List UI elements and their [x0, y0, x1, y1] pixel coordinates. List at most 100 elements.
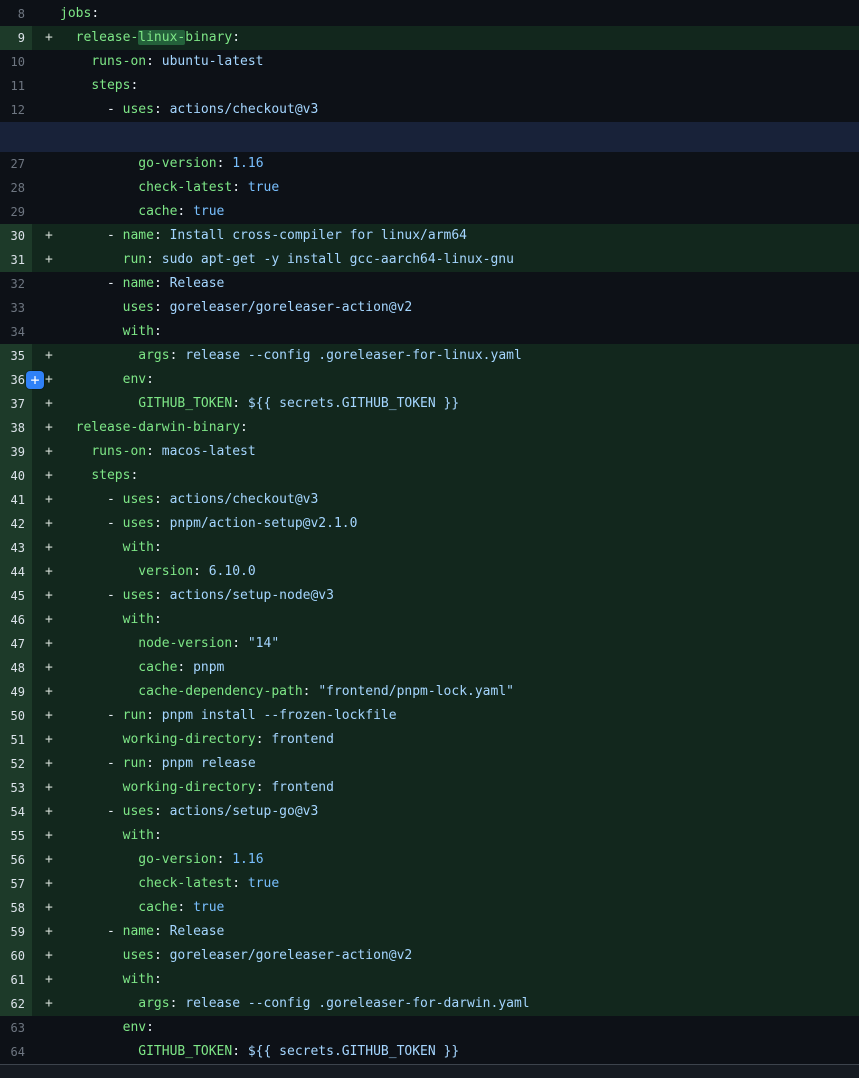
diff-row: 62+ args: release --config .goreleaser-f… — [0, 992, 859, 1016]
diff-row: 36+ env:+ — [0, 368, 859, 392]
code-line: env: — [60, 1016, 154, 1040]
diff-marker: + — [32, 944, 60, 968]
diff-row: 57+ check-latest: true — [0, 872, 859, 896]
diff-marker: + — [32, 800, 60, 824]
diff-marker: + — [32, 536, 60, 560]
diff-row: 55+ with: — [0, 824, 859, 848]
diff-marker — [32, 98, 60, 122]
line-number[interactable]: 38 — [0, 416, 32, 440]
line-number[interactable]: 55 — [0, 824, 32, 848]
line-number[interactable]: 46 — [0, 608, 32, 632]
line-number[interactable]: 44 — [0, 560, 32, 584]
diff-marker: + — [32, 608, 60, 632]
diff-row: 32 - name: Release — [0, 272, 859, 296]
diff-marker — [32, 200, 60, 224]
line-number[interactable]: 9 — [0, 26, 32, 50]
diff-row: 10 runs-on: ubuntu-latest — [0, 50, 859, 74]
code-line: - uses: actions/checkout@v3 — [60, 98, 318, 122]
code-line: GITHUB_TOKEN: ${{ secrets.GITHUB_TOKEN }… — [60, 392, 459, 416]
line-number[interactable]: 35 — [0, 344, 32, 368]
line-number[interactable]: 28 — [0, 176, 32, 200]
line-number[interactable]: 58 — [0, 896, 32, 920]
diff-row: 50+ - run: pnpm install --frozen-lockfil… — [0, 704, 859, 728]
line-number[interactable]: 60 — [0, 944, 32, 968]
line-number[interactable]: 34 — [0, 320, 32, 344]
code-line: check-latest: true — [60, 872, 279, 896]
diff-row: 12 - uses: actions/checkout@v3 — [0, 98, 859, 122]
code-line: release-darwin-binary: — [60, 416, 248, 440]
diff-marker: + — [32, 560, 60, 584]
add-comment-button[interactable]: + — [26, 371, 44, 389]
line-number[interactable]: 53 — [0, 776, 32, 800]
line-number[interactable]: 63 — [0, 1016, 32, 1040]
diff-marker: + — [32, 512, 60, 536]
line-number[interactable]: 31 — [0, 248, 32, 272]
code-line: GITHUB_TOKEN: ${{ secrets.GITHUB_TOKEN }… — [60, 1040, 459, 1064]
line-number[interactable]: 52 — [0, 752, 32, 776]
code-line: - name: Release — [60, 920, 224, 944]
diff-row: 40+ steps: — [0, 464, 859, 488]
line-number[interactable]: 32 — [0, 272, 32, 296]
code-line: with: — [60, 320, 162, 344]
diff-row: 29 cache: true — [0, 200, 859, 224]
line-number[interactable]: 48 — [0, 656, 32, 680]
line-number[interactable]: 61 — [0, 968, 32, 992]
code-line: uses: goreleaser/goreleaser-action@v2 — [60, 944, 412, 968]
diff-marker: + — [32, 920, 60, 944]
diff-marker: + — [32, 440, 60, 464]
code-line: - run: pnpm install --frozen-lockfile — [60, 704, 397, 728]
line-number[interactable]: 8 — [0, 2, 32, 26]
line-number[interactable]: 37 — [0, 392, 32, 416]
diff-row: 64 GITHUB_TOKEN: ${{ secrets.GITHUB_TOKE… — [0, 1040, 859, 1064]
hunk-expander[interactable] — [0, 122, 859, 152]
diff-row: 63 env: — [0, 1016, 859, 1040]
code-line: args: release --config .goreleaser-for-l… — [60, 344, 522, 368]
line-number[interactable]: 29 — [0, 200, 32, 224]
diff-row: 33 uses: goreleaser/goreleaser-action@v2 — [0, 296, 859, 320]
code-line: run: sudo apt-get -y install gcc-aarch64… — [60, 248, 514, 272]
line-number[interactable]: 39 — [0, 440, 32, 464]
diff-marker: + — [32, 26, 60, 50]
line-number[interactable]: 59 — [0, 920, 32, 944]
line-number[interactable]: 49 — [0, 680, 32, 704]
diff-marker — [32, 1040, 60, 1064]
line-number[interactable]: 11 — [0, 74, 32, 98]
line-number[interactable]: 30 — [0, 224, 32, 248]
diff-row: 47+ node-version: "14" — [0, 632, 859, 656]
diff-marker — [32, 176, 60, 200]
line-number[interactable]: 45 — [0, 584, 32, 608]
diff-row: 9+ release-linux-binary: — [0, 26, 859, 50]
line-number[interactable]: 50 — [0, 704, 32, 728]
line-number[interactable]: 42 — [0, 512, 32, 536]
code-line: - uses: actions/setup-go@v3 — [60, 800, 318, 824]
line-number[interactable]: 12 — [0, 98, 32, 122]
code-line: with: — [60, 536, 162, 560]
line-number[interactable]: 33 — [0, 296, 32, 320]
diff-row: 8jobs: — [0, 2, 859, 26]
code-line: working-directory: frontend — [60, 728, 334, 752]
diff-marker: + — [32, 752, 60, 776]
diff-marker: + — [32, 704, 60, 728]
line-number[interactable]: 41 — [0, 488, 32, 512]
line-number[interactable]: 10 — [0, 50, 32, 74]
code-line: cache: pnpm — [60, 656, 224, 680]
line-number[interactable]: 27 — [0, 152, 32, 176]
code-line: node-version: "14" — [60, 632, 279, 656]
line-number[interactable]: 51 — [0, 728, 32, 752]
diff-marker: + — [32, 680, 60, 704]
diff-row: 46+ with: — [0, 608, 859, 632]
code-line: cache: true — [60, 200, 224, 224]
line-number[interactable]: 64 — [0, 1040, 32, 1064]
diff-row: 59+ - name: Release — [0, 920, 859, 944]
diff-marker — [32, 2, 60, 26]
code-line: runs-on: macos-latest — [60, 440, 256, 464]
line-number[interactable]: 62 — [0, 992, 32, 1016]
line-number[interactable]: 43 — [0, 536, 32, 560]
line-number[interactable]: 56 — [0, 848, 32, 872]
line-number[interactable]: 57 — [0, 872, 32, 896]
line-number[interactable]: 47 — [0, 632, 32, 656]
line-number[interactable]: 40 — [0, 464, 32, 488]
line-number[interactable]: 54 — [0, 800, 32, 824]
diff-marker: + — [32, 344, 60, 368]
diff-marker: + — [32, 248, 60, 272]
